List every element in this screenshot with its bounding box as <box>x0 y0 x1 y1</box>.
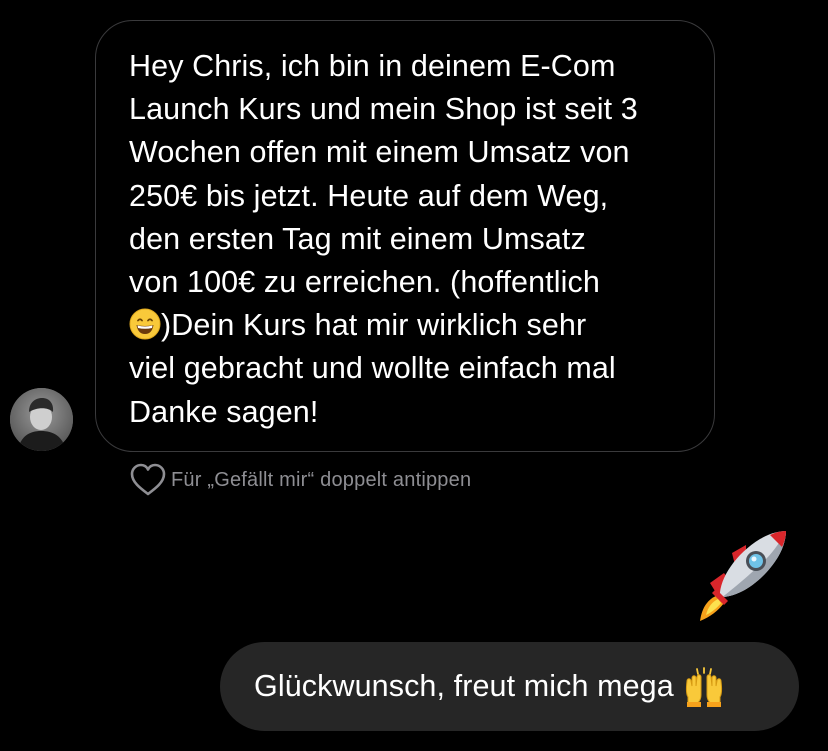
grinning-face-emoji-icon <box>129 308 161 340</box>
like-hint-text: Für „Gefällt mir“ doppelt antippen <box>171 468 472 491</box>
rocket-icon[interactable] <box>690 525 792 627</box>
raising-hands-icon <box>685 666 722 707</box>
profile-photo <box>10 388 73 451</box>
incoming-message-text: Hey Chris, ich bin in deinem E-Com Launc… <box>129 45 684 434</box>
message-text-part-2: )Dein Kurs hat mir wirklich sehr viel ge… <box>129 308 616 429</box>
outgoing-message-bubble[interactable]: Glückwunsch, freut mich mega <box>220 642 799 731</box>
message-text-part-1: Hey Chris, ich bin in deinem E-Com Launc… <box>129 49 638 300</box>
heart-icon[interactable] <box>130 463 166 497</box>
outgoing-message-text: Glückwunsch, freut mich mega <box>254 669 674 703</box>
avatar[interactable] <box>10 388 73 451</box>
like-hint-row[interactable]: Für „Gefällt mir“ doppelt antippen <box>130 462 471 498</box>
incoming-message-bubble[interactable]: Hey Chris, ich bin in deinem E-Com Launc… <box>95 20 715 452</box>
